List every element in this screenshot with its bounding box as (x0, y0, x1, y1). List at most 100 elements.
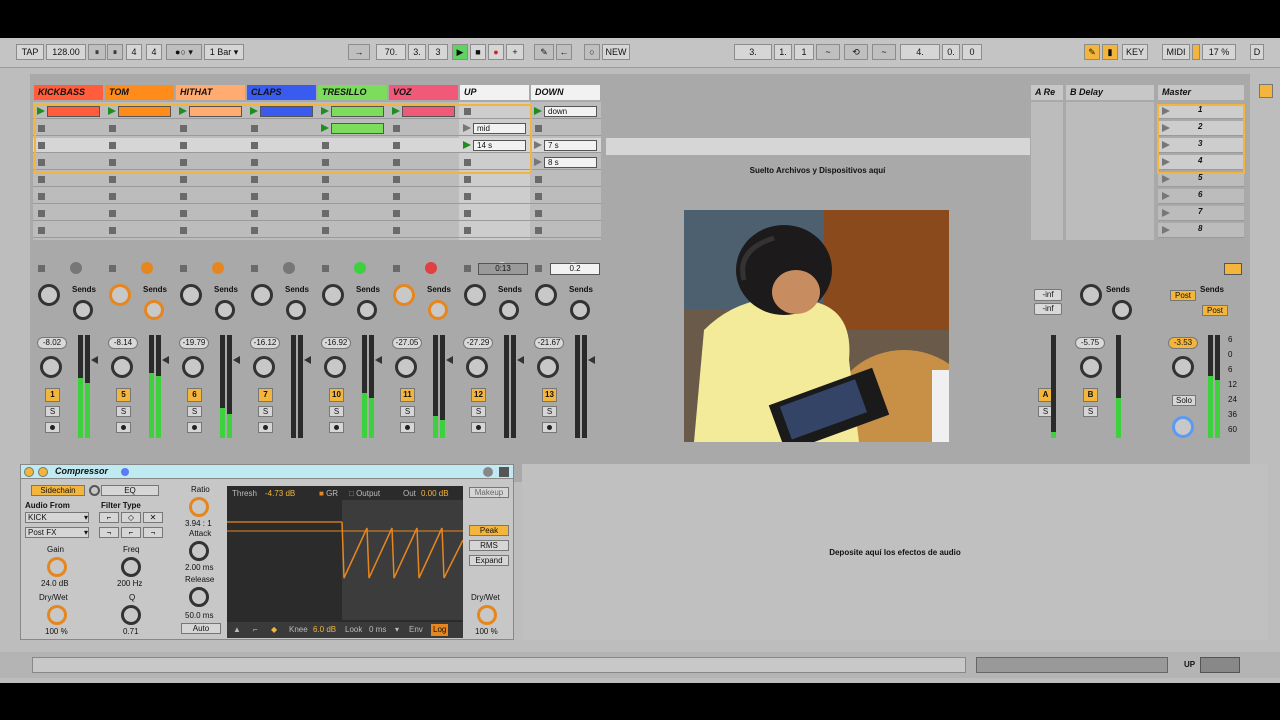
master-post2-button[interactable]: Post (1202, 305, 1228, 316)
solo-button[interactable]: S (400, 406, 415, 417)
track-header[interactable]: UP (460, 85, 529, 100)
clip-slot[interactable] (459, 172, 530, 187)
overview-strip[interactable] (976, 657, 1168, 673)
track-header[interactable]: TOM (105, 85, 174, 100)
arr-pos-bar[interactable]: 70. (376, 44, 406, 60)
arm-button[interactable] (400, 422, 415, 433)
track-activator[interactable]: 10 (329, 388, 344, 402)
loop-len-sixteenth[interactable]: 0 (962, 44, 982, 60)
send-b-knob[interactable] (499, 300, 519, 320)
quantize-select[interactable]: 1 Bar ▾ (204, 44, 244, 60)
disk-button[interactable]: D (1250, 44, 1264, 60)
clip-stop-icon[interactable] (109, 227, 116, 234)
clip-play-icon[interactable] (534, 107, 542, 115)
punch-out-icon[interactable]: ~ (872, 44, 896, 60)
clip-stop-icon[interactable] (535, 193, 542, 200)
clip-slot[interactable] (104, 172, 175, 187)
send-a-knob[interactable] (322, 284, 344, 306)
clip-launch-icon[interactable] (534, 141, 542, 149)
sidechain-drywet-knob[interactable] (47, 605, 67, 625)
key-button[interactable]: KEY (1122, 44, 1148, 60)
send-a-knob[interactable] (109, 284, 131, 306)
clip-name[interactable]: 7 s (544, 140, 597, 151)
solo-button[interactable]: S (471, 406, 486, 417)
pan-knob[interactable] (537, 356, 559, 378)
return-track-header[interactable]: A Re (1031, 85, 1063, 100)
attack-knob[interactable] (189, 541, 209, 561)
clip-slot[interactable] (530, 223, 601, 238)
pan-knob[interactable] (466, 356, 488, 378)
master-pan-knob[interactable] (1172, 356, 1194, 378)
solo-button[interactable]: S (258, 406, 273, 417)
stop-clips-icon[interactable] (251, 265, 258, 272)
send-a-knob[interactable] (535, 284, 557, 306)
pan-knob[interactable] (253, 356, 275, 378)
clip-stop-icon[interactable] (251, 176, 258, 183)
peak-button[interactable]: Peak (469, 525, 509, 536)
clip-slot[interactable] (33, 189, 104, 204)
clip-slot[interactable] (530, 189, 601, 204)
return-b-send-a-knob[interactable] (1080, 284, 1102, 306)
return-b-pan-knob[interactable] (1080, 356, 1102, 378)
drywet-knob[interactable] (477, 605, 497, 625)
clip-slot[interactable]: down (530, 104, 601, 119)
volume-value[interactable]: -16.12 (250, 337, 280, 349)
stop-clips-icon[interactable] (464, 265, 471, 272)
sidechain-headphone-icon[interactable] (89, 485, 100, 496)
track-header[interactable]: TRESILLO (318, 85, 387, 100)
volume-value[interactable]: -8.14 (108, 337, 138, 349)
midi-button[interactable]: MIDI (1162, 44, 1190, 60)
stop-clips-icon[interactable] (322, 265, 329, 272)
device-save-icon[interactable] (483, 467, 493, 477)
clip-slot[interactable] (246, 172, 317, 187)
loop-start-sixteenth[interactable]: 1 (794, 44, 814, 60)
clip-slot[interactable] (459, 223, 530, 238)
release-knob[interactable] (189, 587, 209, 607)
clip-slot[interactable]: 7 s (530, 138, 601, 153)
volume-fader-icon[interactable] (375, 356, 382, 364)
stop-icon[interactable]: ■ (470, 44, 486, 60)
loop-len-bar[interactable]: 4. (900, 44, 940, 60)
clip-stop-icon[interactable] (251, 210, 258, 217)
return-b-send-b-knob[interactable] (1112, 300, 1132, 320)
clip-stop-icon[interactable] (322, 193, 329, 200)
clip-stop-icon[interactable] (38, 210, 45, 217)
track-activator[interactable]: 11 (400, 388, 415, 402)
return-track-header[interactable]: B Delay (1066, 85, 1154, 100)
clip-slot[interactable] (530, 121, 601, 136)
clip-stop-icon[interactable] (393, 227, 400, 234)
scene-slot[interactable]: 8 (1158, 223, 1244, 238)
clip-slot[interactable] (175, 189, 246, 204)
clip-slot[interactable] (388, 223, 459, 238)
look-dropdown-icon[interactable]: ▾ (395, 622, 399, 638)
makeup-button[interactable]: Makeup (469, 487, 509, 498)
clip-stop-icon[interactable] (322, 210, 329, 217)
clip-stop-icon[interactable] (322, 227, 329, 234)
clip-slot[interactable] (246, 189, 317, 204)
master-volume[interactable]: -3.53 (1168, 337, 1198, 349)
clip-stop-icon[interactable] (393, 176, 400, 183)
pan-knob[interactable] (324, 356, 346, 378)
output-toggle[interactable]: □ Output (349, 489, 380, 498)
clip-stop-icon[interactable] (464, 210, 471, 217)
volume-fader-icon[interactable] (446, 356, 453, 364)
send-a-knob[interactable] (38, 284, 60, 306)
volume-fader-icon[interactable] (162, 356, 169, 364)
track-header[interactable]: KICKBASS (34, 85, 103, 100)
clip-slot[interactable] (104, 189, 175, 204)
mixer-toggle-icon[interactable] (1259, 84, 1273, 98)
clip-stop-icon[interactable] (535, 125, 542, 132)
pan-knob[interactable] (395, 356, 417, 378)
audio-from-select[interactable]: KICK ▾ (25, 512, 89, 523)
log-button[interactable]: Log (431, 624, 449, 636)
new-button[interactable]: NEW (602, 44, 630, 60)
solo-button[interactable]: S (187, 406, 202, 417)
clip-stop-icon[interactable] (535, 227, 542, 234)
volume-value[interactable]: -19.79 (179, 337, 209, 349)
arr-pos-sixteenth[interactable]: 3 (428, 44, 448, 60)
volume-fader-icon[interactable] (588, 356, 595, 364)
sig-num[interactable]: 4 (126, 44, 142, 60)
clip-stop-icon[interactable] (109, 176, 116, 183)
arm-button[interactable] (329, 422, 344, 433)
clip-stop-icon[interactable] (109, 210, 116, 217)
